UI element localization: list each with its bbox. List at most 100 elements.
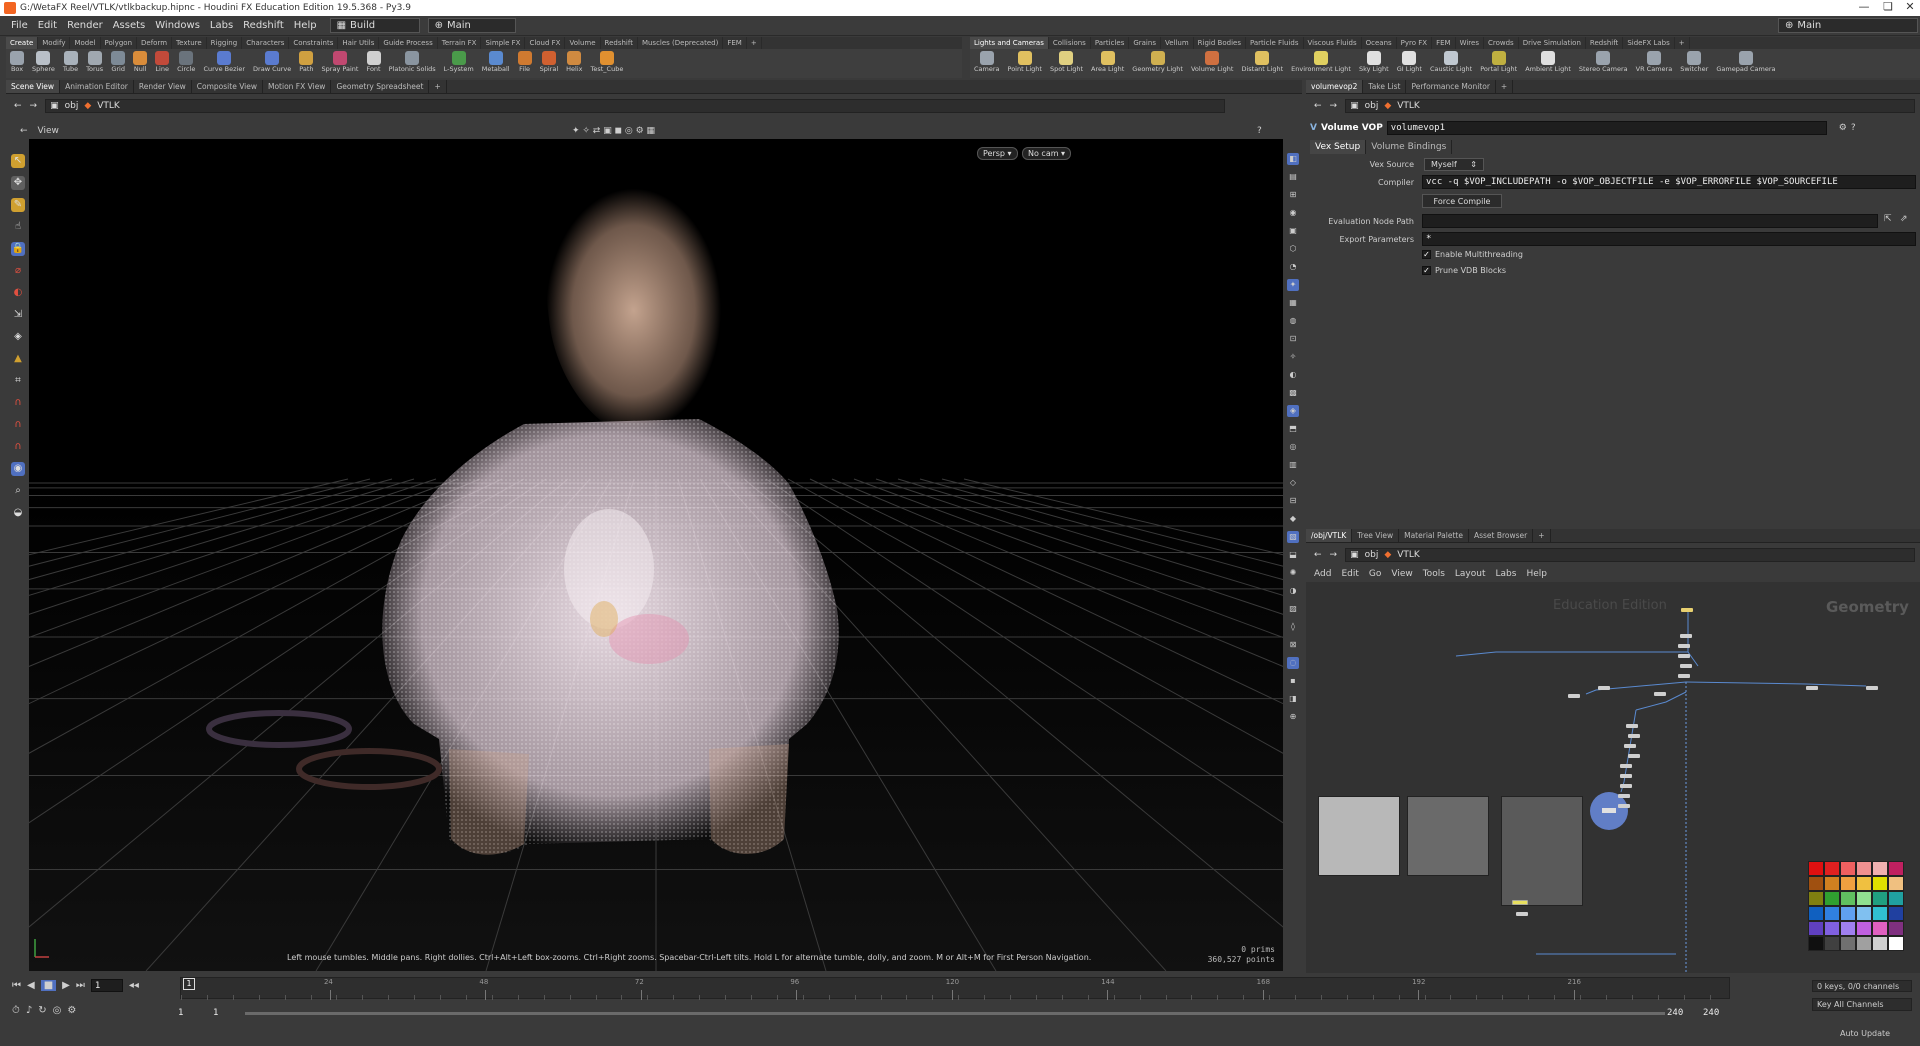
play-reverse-icon[interactable]: ◀ [27, 980, 35, 991]
net-menu-add[interactable]: Add [1314, 569, 1331, 579]
palette-swatch-20[interactable] [1840, 906, 1856, 921]
timeline-track[interactable]: 24 48 72 96 120 144 168 192 216 1 [180, 977, 1730, 1000]
net-menu-edit[interactable]: Edit [1341, 569, 1358, 579]
palette-swatch-14[interactable] [1840, 891, 1856, 906]
param-pane-tab-1[interactable]: Take List [1363, 80, 1407, 93]
net-menu-view[interactable]: View [1391, 569, 1412, 579]
shelf-tool-left-18[interactable]: Helix [562, 49, 586, 78]
palette-swatch-4[interactable] [1872, 861, 1888, 876]
network-node-0[interactable] [1680, 634, 1692, 638]
left-pane-tab-4[interactable]: Motion FX View [263, 80, 332, 93]
snap-magnet-icon[interactable]: ∩ [11, 396, 25, 410]
network-node-5[interactable] [1654, 692, 1666, 696]
shelf-tool-right-1[interactable]: Point Light [1004, 49, 1046, 78]
palette-swatch-35[interactable] [1888, 936, 1904, 951]
shelf-tool-left-12[interactable]: Font [362, 49, 384, 78]
palette-swatch-17[interactable] [1888, 891, 1904, 906]
scale-icon[interactable]: ⇲ [11, 308, 25, 322]
left-pane-tab-0[interactable]: Scene View [6, 80, 61, 93]
lock-icon[interactable]: 🔒 [11, 242, 25, 256]
palette-swatch-6[interactable] [1808, 876, 1824, 891]
display-option-30-icon[interactable]: ◨ [1287, 693, 1299, 705]
left-pane-tab-5[interactable]: Geometry Spreadsheet [331, 80, 430, 93]
network-node-7[interactable] [1568, 694, 1580, 698]
tab-volume-bindings[interactable]: Volume Bindings [1366, 140, 1453, 154]
palette-swatch-30[interactable] [1808, 936, 1824, 951]
close-button[interactable]: ✕ [1896, 0, 1920, 13]
display-option-18-icon[interactable]: ◇ [1287, 477, 1299, 489]
shelf-tool-right-3[interactable]: Area Light [1087, 49, 1128, 78]
display-option-0-icon[interactable]: ◧ [1287, 153, 1299, 165]
shelf-tab-right-16[interactable]: + [1675, 37, 1690, 49]
shelf-tab-right-5[interactable]: Rigid Bodies [1194, 37, 1246, 49]
shelf-tab-right-8[interactable]: Oceans [1362, 37, 1397, 49]
display-option-14-icon[interactable]: ◈ [1287, 405, 1299, 417]
forward-arrow-icon[interactable]: → [1330, 550, 1338, 560]
display-option-24-icon[interactable]: ◑ [1287, 585, 1299, 597]
forward-arrow-icon[interactable]: → [1330, 101, 1338, 111]
shelf-tool-left-15[interactable]: Metaball [478, 49, 514, 78]
shelf-tab-left-18[interactable]: + [747, 37, 762, 49]
shelf-tool-left-9[interactable]: Draw Curve [249, 49, 295, 78]
shelf-tab-right-2[interactable]: Particles [1091, 37, 1130, 49]
display-option-11-icon[interactable]: ✧ [1287, 351, 1299, 363]
palette-swatch-19[interactable] [1824, 906, 1840, 921]
palette-swatch-12[interactable] [1808, 891, 1824, 906]
step-back-icon[interactable]: ◂◂ [129, 980, 139, 991]
audio-icon[interactable]: ♪ [26, 1005, 32, 1016]
select-tool-icon[interactable]: ↖ [11, 154, 25, 168]
shelf-tab-right-11[interactable]: Wires [1456, 37, 1484, 49]
shelf-tab-left-8[interactable]: Constraints [289, 37, 339, 49]
palette-swatch-10[interactable] [1872, 876, 1888, 891]
shelf-tab-left-4[interactable]: Deform [137, 37, 173, 49]
left-pane-tab-6[interactable]: + [429, 80, 447, 93]
display-option-31-icon[interactable]: ⊕ [1287, 711, 1299, 723]
arrow-left-icon[interactable]: ← [20, 126, 28, 136]
shelf-tab-left-17[interactable]: FEM [723, 37, 747, 49]
main-selector[interactable]: ⊕ Main [427, 18, 516, 33]
shelf-tool-right-14[interactable]: VR Camera [1632, 49, 1677, 78]
shelf-tab-left-0[interactable]: Create [6, 37, 39, 49]
network-node-1[interactable] [1678, 644, 1690, 648]
node-name-field[interactable] [1386, 121, 1827, 135]
net-pane-tab-3[interactable]: Asset Browser [1469, 529, 1534, 542]
node-chooser-icon[interactable]: ⇱ [1884, 214, 1892, 224]
display-option-9-icon[interactable]: ◍ [1287, 315, 1299, 327]
shelf-tool-left-7[interactable]: Circle [173, 49, 199, 78]
range-start-field[interactable] [175, 1006, 203, 1020]
display-option-6-icon[interactable]: ◔ [1287, 261, 1299, 273]
view-camera-icon[interactable]: ◉ [11, 462, 25, 476]
settings-icon[interactable]: ⚙ [67, 1005, 76, 1016]
menu-render[interactable]: Render [62, 20, 108, 31]
display-option-10-icon[interactable]: ⊡ [1287, 333, 1299, 345]
shelf-tool-left-16[interactable]: File [514, 49, 536, 78]
network-node-12[interactable] [1624, 744, 1636, 748]
network-node-2[interactable] [1678, 654, 1690, 658]
param-pane-tab-2[interactable]: Performance Monitor [1406, 80, 1496, 93]
shelf-tool-left-19[interactable]: Test_Cube [587, 49, 628, 78]
shelf-tab-left-7[interactable]: Characters [242, 37, 290, 49]
network-node-17[interactable] [1618, 794, 1630, 798]
shelf-tab-left-12[interactable]: Simple FX [481, 37, 526, 49]
menu-edit[interactable]: Edit [33, 20, 62, 31]
stop-icon[interactable]: ■ [40, 980, 57, 991]
vex-source-menu[interactable]: Myself ⇕ [1424, 158, 1484, 171]
shelf-tool-left-6[interactable]: Line [151, 49, 173, 78]
jump-icon[interactable]: ⇗ [1900, 214, 1908, 224]
back-arrow-icon[interactable]: ← [14, 101, 22, 111]
display-option-15-icon[interactable]: ⬒ [1287, 423, 1299, 435]
export-params-field[interactable] [1422, 232, 1916, 246]
compiler-field[interactable] [1422, 175, 1916, 189]
shelf-tool-right-2[interactable]: Spot Light [1046, 49, 1087, 78]
palette-swatch-2[interactable] [1840, 861, 1856, 876]
shelf-tab-right-10[interactable]: FEM [1432, 37, 1456, 49]
display-option-8-icon[interactable]: ▦ [1287, 297, 1299, 309]
network-node-14[interactable] [1620, 764, 1632, 768]
shelf-tool-right-8[interactable]: Sky Light [1355, 49, 1393, 78]
network-box[interactable] [1501, 796, 1583, 906]
display-option-1-icon[interactable]: ▤ [1287, 171, 1299, 183]
menu-labs[interactable]: Labs [205, 20, 238, 31]
shelf-tab-left-6[interactable]: Rigging [207, 37, 243, 49]
menu-assets[interactable]: Assets [108, 20, 151, 31]
palette-swatch-7[interactable] [1824, 876, 1840, 891]
